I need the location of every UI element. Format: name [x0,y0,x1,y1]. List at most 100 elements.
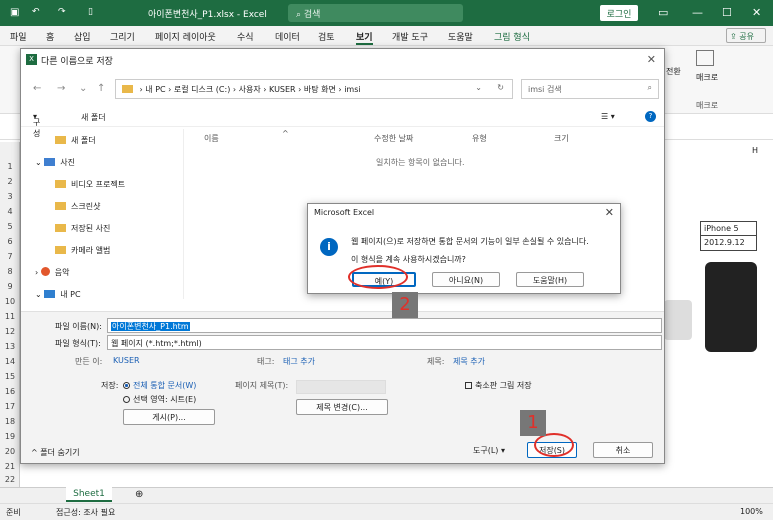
save-icon[interactable]: ▣ [10,7,19,18]
breadcrumb-item[interactable]: 로컬 디스크 (C:) [174,85,230,94]
refresh-icon[interactable]: ↻ [497,83,504,92]
author-value[interactable]: KUSER [113,356,140,365]
row-number[interactable]: 22 [0,475,20,484]
tab-help[interactable]: 도움말 [448,30,473,43]
breadcrumb-item[interactable]: 바탕 화면 [304,85,336,94]
row-number[interactable]: 4 [0,207,20,216]
undo-icon[interactable]: ↶ [32,7,40,17]
column-type[interactable]: 유형 [472,133,487,144]
row-number[interactable]: 1 [0,162,20,171]
page-title-input[interactable] [296,380,386,394]
no-button[interactable]: 아니요(N) [432,272,500,287]
tab-data[interactable]: 데이터 [275,30,300,43]
help-button[interactable]: 도움말(H) [516,272,584,287]
tree-item-video-projects[interactable]: 비디오 프로젝트 [55,179,125,190]
row-number[interactable]: 12 [0,327,20,336]
tab-home[interactable]: 홈 [46,30,54,43]
breadcrumb-item[interactable]: imsi [344,85,360,94]
login-button[interactable]: 로그인 [600,5,638,21]
filetype-select[interactable]: 웹 페이지 (*.htm;*.html) [107,335,662,350]
back-icon[interactable]: ← [33,83,41,94]
switch-window-label[interactable]: 전환 [666,66,681,77]
breadcrumb-item[interactable]: KUSER [269,85,296,94]
row-number[interactable]: 18 [0,417,20,426]
folder-search-input[interactable]: imsi 검색 ⌕ [521,79,659,99]
zoom-value[interactable]: 100% [740,507,763,516]
radio-selection[interactable]: 선택 영역: 시트(E) [123,394,196,405]
row-number[interactable]: 10 [0,297,20,306]
hide-folders-toggle[interactable]: ^ 폴더 숨기기 [31,447,80,458]
chevron-down-icon[interactable]: ⌄ [475,83,482,92]
breadcrumb-item[interactable]: 내 PC [145,85,165,94]
new-folder-button[interactable]: 새 폴더 [81,112,106,123]
breadcrumb-item[interactable]: 사용자 [239,85,261,94]
iphone-picture-partial[interactable] [664,300,692,340]
tree-item-photos[interactable]: ⌄ 사진 [35,157,75,168]
redo-icon[interactable]: ↷ [58,7,66,17]
row-number[interactable]: 14 [0,357,20,366]
search-box[interactable]: ⌕ 검색 [288,4,463,22]
row-number[interactable]: 8 [0,267,20,276]
tab-draw[interactable]: 그리기 [110,30,135,43]
tab-review[interactable]: 검토 [318,30,335,43]
radio-entire-workbook[interactable]: 전체 통합 문서(W) [123,380,196,391]
tags-value[interactable]: 태그 추가 [283,356,315,367]
new-file-icon[interactable]: ▯ [88,7,93,17]
row-number[interactable]: 20 [0,447,20,456]
row-number[interactable]: 16 [0,387,20,396]
iphone-picture[interactable] [705,262,757,352]
address-bar[interactable]: › 내 PC › 로컬 디스크 (C:) › 사용자 › KUSER › 바탕 … [115,79,513,99]
tree-item-new-folder[interactable]: 새 폴더 [55,135,96,146]
tools-menu[interactable]: 도구(L) ▾ [473,445,505,456]
organize-button[interactable]: 구성 ▾ [33,112,40,138]
row-number[interactable]: 19 [0,432,20,441]
tree-item-camera-roll[interactable]: 카메라 앨범 [55,245,110,256]
row-number[interactable]: 15 [0,372,20,381]
tab-page-layout[interactable]: 페이지 레이아웃 [155,30,216,43]
help-icon[interactable]: ? [645,111,656,122]
row-number[interactable]: 17 [0,402,20,411]
tab-developer[interactable]: 개발 도구 [392,30,428,43]
maximize-icon[interactable]: ☐ [722,6,732,19]
add-sheet-icon[interactable]: ⊕ [135,489,143,500]
tree-item-this-pc[interactable]: ⌄ 내 PC [35,289,81,300]
ribbon-display-icon[interactable]: ▭ [658,6,668,19]
column-name[interactable]: 이름 [204,133,219,144]
cell-date[interactable]: 2012.9.12 [700,235,757,251]
filename-input[interactable]: 아이폰변천사_P1.htm [107,318,662,333]
tab-formulas[interactable]: 수식 [237,30,254,43]
tree-item-screenshots[interactable]: 스크린샷 [55,201,100,212]
tab-file[interactable]: 파일 [10,30,27,43]
row-number[interactable]: 21 [0,462,20,471]
close-icon[interactable]: ✕ [647,53,656,66]
change-title-button[interactable]: 제목 변경(C)... [296,399,388,415]
publish-button[interactable]: 게시(P)... [123,409,215,425]
macro-label[interactable]: 매크로 [696,72,718,83]
column-size[interactable]: 크기 [554,133,569,144]
row-number[interactable]: 9 [0,282,20,291]
sheet-tab[interactable]: Sheet1 [66,487,112,502]
tab-insert[interactable]: 삽입 [74,30,91,43]
chevron-down-icon[interactable]: ⌄ [79,83,87,94]
row-number[interactable]: 6 [0,237,20,246]
tree-item-saved-pictures[interactable]: 저장된 사진 [55,223,110,234]
share-button[interactable]: ⇪ 공유 [726,28,766,43]
column-date-modified[interactable]: 수정한 날짜 [374,133,413,144]
row-number[interactable]: 11 [0,312,20,321]
tab-view[interactable]: 보기 [356,30,373,45]
thumbnail-checkbox[interactable]: 축소판 그림 저장 [465,380,532,391]
tab-picture-format[interactable]: 그림 형식 [494,30,530,43]
row-number[interactable]: 5 [0,222,20,231]
accessibility-status[interactable]: 접근성: 조사 필요 [56,507,115,518]
macro-icon[interactable] [696,50,714,66]
forward-icon[interactable]: → [57,83,65,94]
minimize-icon[interactable]: — [692,6,703,19]
row-number[interactable]: 7 [0,252,20,261]
row-number[interactable]: 3 [0,192,20,201]
row-number[interactable]: 2 [0,177,20,186]
view-options-icon[interactable]: ☰ ▾ [601,112,615,121]
tree-item-music[interactable]: › 음악 [35,267,69,278]
close-icon[interactable]: ✕ [752,6,761,19]
up-icon[interactable]: ↑ [97,83,105,94]
cancel-button[interactable]: 취소 [593,442,653,458]
